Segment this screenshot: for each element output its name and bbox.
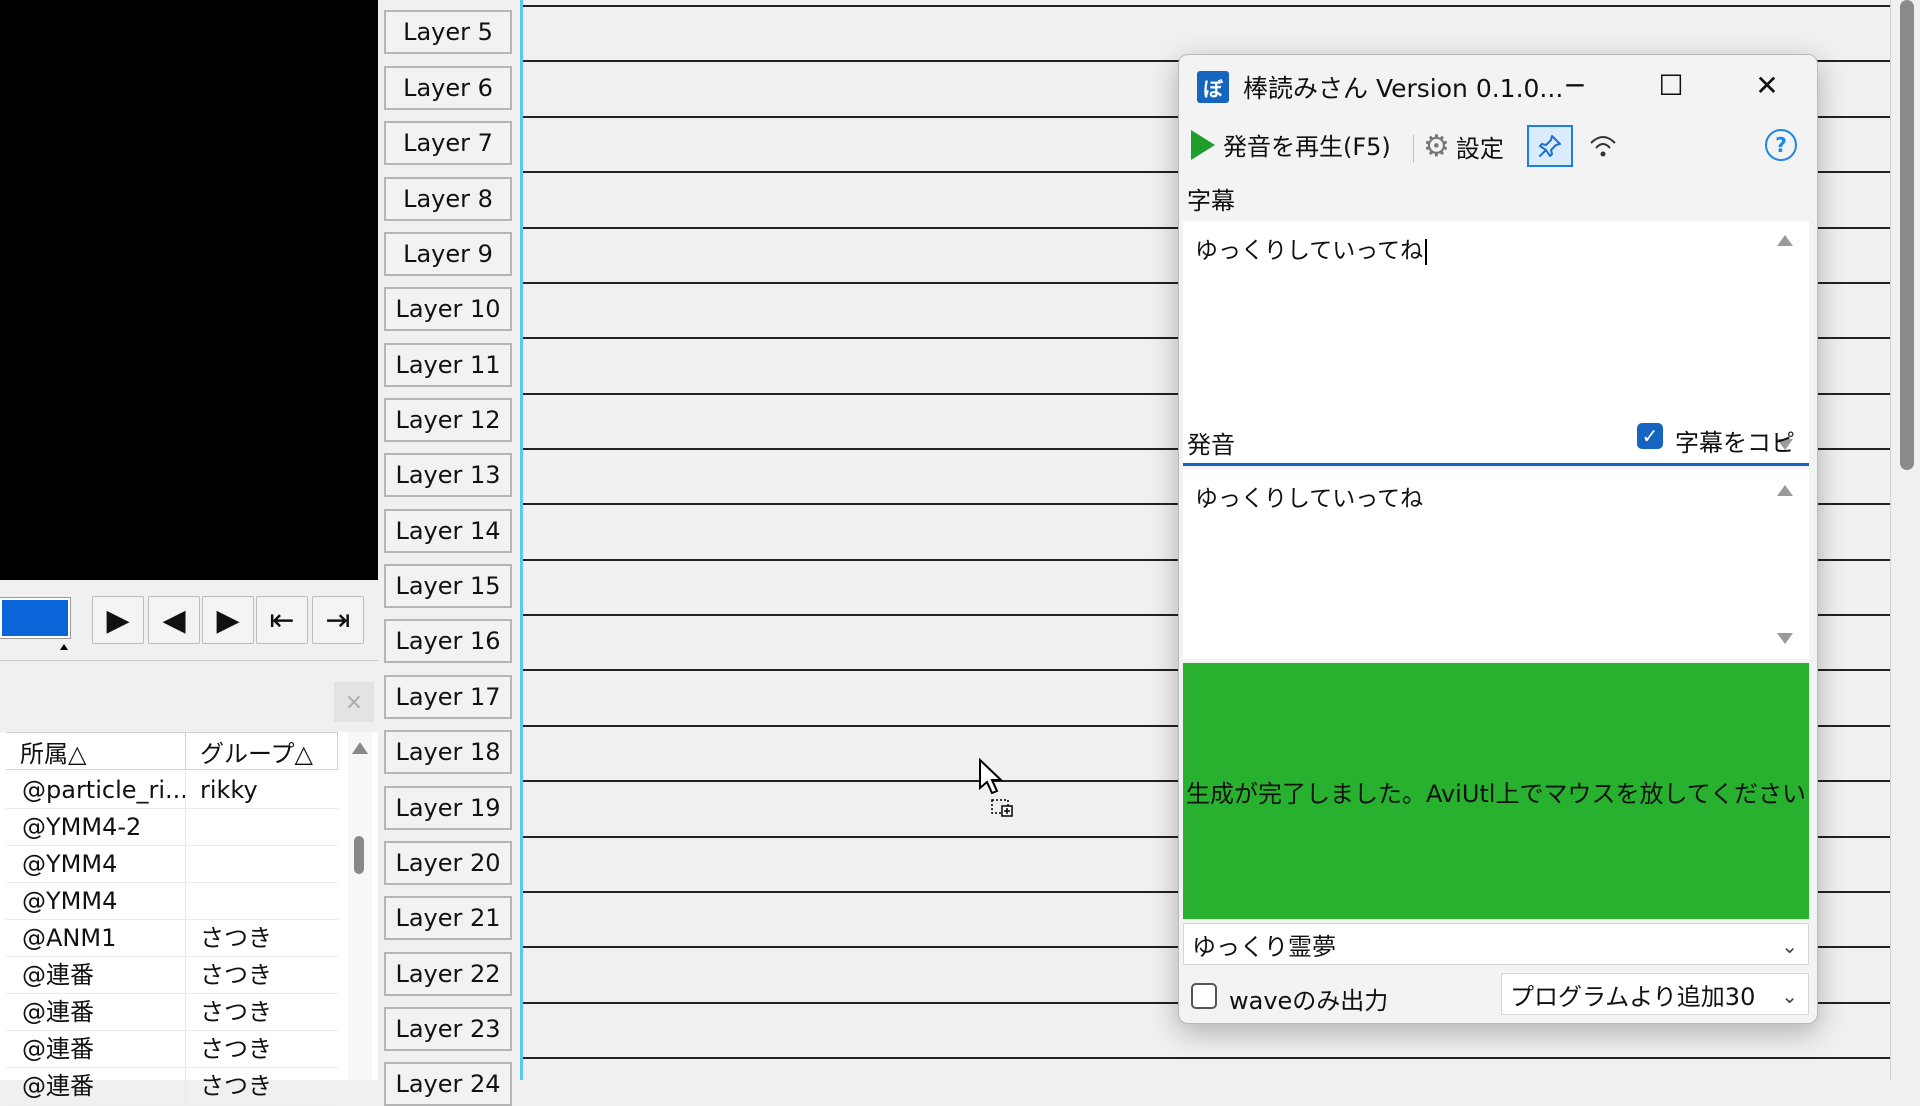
title-bar[interactable]: ぼ 棒読みさん Version 0.1.0... ─ ☐ ✕: [1179, 55, 1817, 115]
layer-button[interactable]: Layer 7: [384, 121, 512, 165]
object-list-rows: @particle_ri... rikky @YMM4-2 @YMM4 @YMM4…: [6, 772, 338, 1105]
layer-button[interactable]: Layer 21: [384, 896, 512, 940]
connection-button[interactable]: [1583, 125, 1623, 167]
layer-header-column: Layer 5 Layer 6 Layer 7 Layer 8 Layer 9 …: [384, 0, 526, 1106]
pronunciation-label: 発音: [1187, 431, 1235, 459]
scroll-up-icon[interactable]: [1777, 485, 1793, 496]
maximize-icon: ☐: [1658, 68, 1684, 102]
layer-button[interactable]: Layer 19: [384, 786, 512, 830]
bouyomi-window: ぼ 棒読みさん Version 0.1.0... ─ ☐ ✕ 発音を再生(F5)…: [1178, 54, 1818, 1024]
jump-end-icon: ⇥: [325, 602, 351, 638]
wireless-icon: [1590, 136, 1616, 157]
jump-start-icon: ⇤: [269, 602, 295, 638]
voice-select-value: ゆっくり霊夢: [1192, 932, 1336, 961]
scroll-up-icon[interactable]: [1777, 235, 1793, 246]
minimize-button[interactable]: ─: [1535, 61, 1615, 109]
timeline-scrollbar[interactable]: [1890, 0, 1920, 1080]
layer-button[interactable]: Layer 20: [384, 841, 512, 885]
jump-start-button[interactable]: ⇤: [256, 596, 308, 644]
list-item[interactable]: @YMM4: [6, 846, 338, 883]
layer-button[interactable]: Layer 16: [384, 619, 512, 663]
pronunciation-textbox[interactable]: ゆっくりしていってね: [1183, 469, 1809, 659]
list-item[interactable]: @連番 さつき: [6, 1068, 338, 1105]
layer-select-value: プログラムより追加30: [1510, 982, 1756, 1011]
list-item[interactable]: @ANM1 さつき: [6, 920, 338, 957]
layer-button[interactable]: Layer 6: [384, 66, 512, 110]
window-title: 棒読みさん Version 0.1.0...: [1243, 74, 1564, 103]
layer-button[interactable]: Layer 5: [384, 10, 512, 54]
text-caret: [1425, 238, 1428, 265]
close-icon[interactable]: ×: [334, 682, 374, 722]
layer-button[interactable]: Layer 14: [384, 509, 512, 553]
scroll-down-icon[interactable]: [1777, 633, 1793, 644]
object-list-panel: × 所属△ グループ△ @particle_ri... rikky @YMM4-2…: [0, 662, 378, 1105]
next-frame-button[interactable]: ▶: [202, 596, 254, 644]
close-icon: ✕: [1755, 68, 1779, 102]
list-item[interactable]: @連番 さつき: [6, 994, 338, 1031]
scroll-up-icon[interactable]: [352, 742, 368, 754]
layer-button[interactable]: Layer 12: [384, 398, 512, 442]
chevron-down-icon: ⌄: [1781, 984, 1798, 1008]
layer-button[interactable]: Layer 10: [384, 287, 512, 331]
layer-button[interactable]: Layer 15: [384, 564, 512, 608]
help-icon: ?: [1775, 133, 1787, 157]
copy-subtitle-checkbox[interactable]: ✓: [1637, 423, 1663, 449]
toolbar-divider: [1413, 135, 1414, 163]
video-preview: [0, 0, 378, 580]
layer-button[interactable]: Layer 22: [384, 952, 512, 996]
app-icon: ぼ: [1197, 71, 1229, 103]
layer-select[interactable]: プログラムより追加30 ⌄: [1501, 973, 1809, 1015]
settings-button[interactable]: ⚙ 設定: [1423, 129, 1504, 164]
maximize-button[interactable]: ☐: [1631, 61, 1711, 109]
play-icon: [1191, 129, 1215, 160]
wave-only-checkbox[interactable]: [1191, 983, 1217, 1009]
wave-only-label: waveのみ出力: [1229, 987, 1389, 1015]
list-item[interactable]: @連番 さつき: [6, 957, 338, 994]
layer-button[interactable]: Layer 8: [384, 177, 512, 221]
list-item[interactable]: @YMM4: [6, 883, 338, 920]
minimize-icon: ─: [1566, 68, 1584, 102]
pronunciation-text: ゆっくりしていってね: [1195, 486, 1424, 512]
layer-button[interactable]: Layer 13: [384, 453, 512, 497]
list-item[interactable]: @YMM4-2: [6, 809, 338, 846]
list-item[interactable]: @particle_ri... rikky: [6, 772, 338, 809]
next-frame-icon: ▶: [216, 602, 240, 638]
seek-marker-icon: [60, 644, 68, 650]
play-button[interactable]: ▶: [92, 596, 144, 644]
scrollbar-thumb[interactable]: [354, 836, 364, 874]
toolbar: 発音を再生(F5) ⚙ 設定 ?: [1179, 115, 1817, 173]
play-icon: ▶: [106, 602, 130, 638]
chevron-down-icon: ⌄: [1781, 934, 1798, 958]
layer-button[interactable]: Layer 17: [384, 675, 512, 719]
help-button[interactable]: ?: [1765, 129, 1797, 161]
settings-label: 設定: [1455, 135, 1504, 163]
list-item[interactable]: @連番 さつき: [6, 1031, 338, 1068]
jump-end-button[interactable]: ⇥: [312, 596, 364, 644]
column-header-owner[interactable]: 所属△: [6, 732, 186, 770]
status-drop-area[interactable]: 生成が完了しました。AviUtl上でマウスを放してください: [1183, 663, 1809, 919]
layer-button[interactable]: Layer 23: [384, 1007, 512, 1051]
column-header-group[interactable]: グループ△: [186, 732, 338, 770]
scrollbar-thumb[interactable]: [1900, 0, 1914, 470]
layer-button[interactable]: Layer 18: [384, 730, 512, 774]
layer-button[interactable]: Layer 11: [384, 343, 512, 387]
play-voice-label: 発音を再生(F5): [1223, 133, 1391, 161]
play-voice-button[interactable]: 発音を再生(F5): [1191, 127, 1391, 162]
subtitle-text: ゆっくりしていってね: [1195, 238, 1424, 264]
layer-button[interactable]: Layer 24: [384, 1062, 512, 1106]
gear-icon: ⚙: [1423, 128, 1450, 164]
drag-copy-cursor-icon: [979, 758, 1013, 817]
object-list-scrollbar[interactable]: [348, 732, 372, 1080]
close-button[interactable]: ✕: [1727, 61, 1807, 109]
subtitle-label: 字幕: [1187, 187, 1235, 215]
pin-toggle-button[interactable]: [1527, 125, 1573, 167]
player-controls: ▶ ◀ ▶ ⇤ ⇥: [0, 580, 378, 661]
layer-button[interactable]: Layer 9: [384, 232, 512, 276]
prev-frame-icon: ◀: [162, 602, 186, 638]
pin-icon: [1539, 135, 1561, 157]
seek-position-indicator[interactable]: [0, 598, 70, 638]
voice-select[interactable]: ゆっくり霊夢 ⌄: [1183, 923, 1809, 965]
prev-frame-button[interactable]: ◀: [148, 596, 200, 644]
